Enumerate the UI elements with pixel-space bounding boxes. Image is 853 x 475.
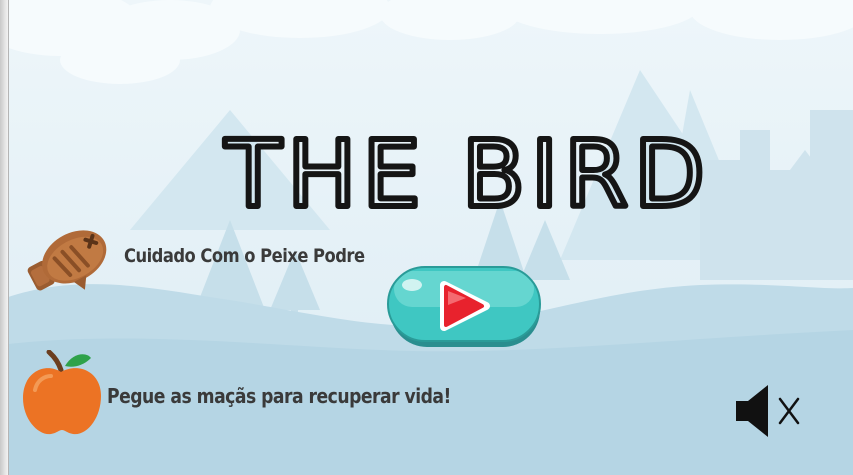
apple-hint: Pegue as maçãs para recuperar vida!: [107, 384, 451, 408]
play-button[interactable]: [386, 265, 544, 351]
game-title: THE BIRD: [221, 118, 711, 228]
apple-icon: [23, 350, 101, 435]
rotten-fish-icon: [27, 230, 107, 291]
window-border: [0, 0, 9, 475]
speaker-muted-icon[interactable]: [734, 383, 804, 439]
game-screen: THE BIRD Cuidado Com o Peixe Podre Pegue…: [0, 0, 853, 475]
game-title-text: THE BIRD: [224, 121, 711, 228]
rotten-fish-warning: Cuidado Com o Peixe Podre: [124, 245, 365, 267]
